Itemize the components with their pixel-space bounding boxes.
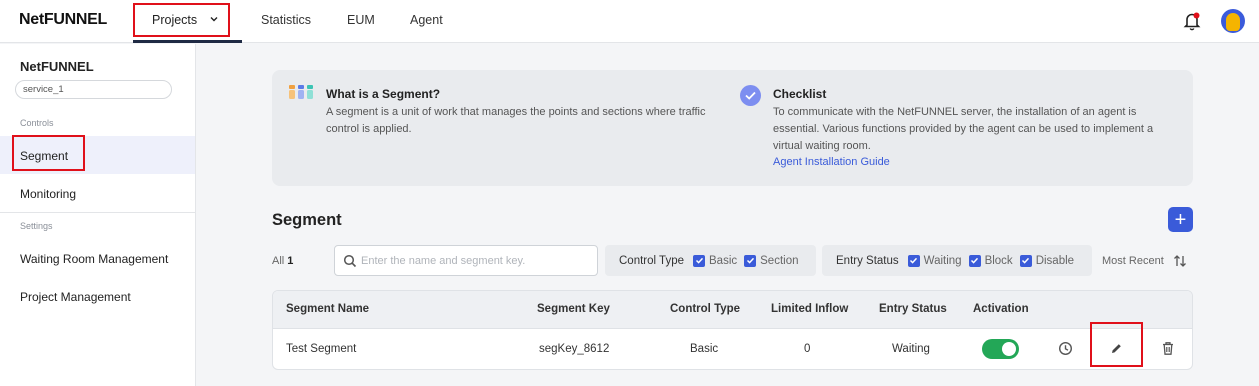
search-box[interactable] [334,245,598,276]
activation-toggle[interactable] [982,339,1019,359]
checklist-heading: Checklist [773,87,827,101]
entry-status-block-label: Block [984,254,1013,267]
nav-active-indicator [133,40,242,43]
row-limited-inflow: 0 [804,343,811,355]
control-type-basic-checkbox[interactable]: Basic [693,254,738,267]
search-icon [343,254,357,268]
col-entry-status: Entry Status [879,303,947,315]
segment-info-heading: What is a Segment? [326,87,441,101]
nav-projects-dropdown[interactable]: Projects [133,3,230,37]
row-control-type: Basic [690,343,719,355]
entry-status-disable-label: Disable [1035,254,1075,267]
checkbox-checked-icon [907,254,920,267]
segment-highlight-box [12,135,85,171]
sidebar-item-project-management[interactable]: Project Management [20,290,131,304]
entry-status-disable-checkbox[interactable]: Disable [1019,254,1075,267]
col-control-type: Control Type [670,303,741,315]
checkbox-checked-icon [968,254,981,267]
search-input[interactable] [361,252,589,270]
service-select[interactable]: service_1 [15,80,172,99]
entry-status-label: Entry Status [836,254,899,267]
control-type-basic-label: Basic [709,254,738,267]
page-title: Segment [272,211,342,229]
user-avatar[interactable] [1221,9,1245,33]
sidebar-item-monitoring[interactable]: Monitoring [20,187,76,201]
all-count-value: 1 [287,255,294,267]
segment-bars-icon [289,85,313,99]
segment-info-text-2: control is applied. [326,123,412,135]
checkbox-checked-icon [744,254,757,267]
add-segment-button[interactable]: + [1168,207,1193,232]
all-count-label: All [272,255,285,267]
sidebar-title: NetFUNNEL [20,59,94,74]
col-activation: Activation [973,303,1029,315]
control-type-filter: Control Type Basic Section [605,245,816,276]
agent-installation-guide-link[interactable]: Agent Installation Guide [773,156,890,168]
app-logo[interactable]: NetFUNNEL [19,11,107,29]
nav-projects-label: Projects [152,13,198,27]
sidebar-divider [0,212,196,213]
control-type-label: Control Type [619,254,684,267]
row-entry-status: Waiting [892,343,930,355]
checkmark-icon [740,85,761,106]
history-clock-icon[interactable] [1058,341,1073,356]
all-count: All 1 [272,255,293,267]
control-type-section-checkbox[interactable]: Section [744,254,799,267]
nav-eum[interactable]: EUM [347,13,375,27]
nav-agent[interactable]: Agent [410,13,443,27]
sidebar: NetFUNNEL service_1 Controls Segment Mon… [0,44,196,386]
chevron-down-icon [210,17,218,22]
edit-highlight-box [1090,322,1143,367]
col-limited-inflow: Limited Inflow [771,303,849,315]
checklist-text-1: To communicate with the NetFUNNEL server… [773,106,1137,118]
checklist-text-3: virtual waiting room. [773,140,871,152]
entry-status-block-checkbox[interactable]: Block [968,254,1013,267]
nav-statistics[interactable]: Statistics [261,13,311,27]
sidebar-item-waiting-room[interactable]: Waiting Room Management [20,252,168,266]
entry-status-waiting-checkbox[interactable]: Waiting [907,254,962,267]
col-segment-key: Segment Key [537,303,610,315]
top-nav: NetFUNNEL Projects Statistics EUM Agent [0,0,1259,43]
sidebar-section-settings: Settings [20,221,53,231]
col-segment-name: Segment Name [286,303,370,315]
checkbox-checked-icon [693,254,705,267]
sort-arrows-icon[interactable] [1173,254,1187,268]
segment-info-text-1: A segment is a unit of work that manages… [326,106,706,118]
checklist-text-2: essential. Various functions provided by… [773,123,1154,135]
bell-icon[interactable] [1183,11,1201,31]
entry-status-waiting-label: Waiting [923,254,962,267]
trash-icon[interactable] [1161,341,1175,356]
row-segment-name[interactable]: Test Segment [286,343,356,355]
segment-table: Segment Name Segment Key Control Type Li… [272,290,1193,370]
control-type-section-label: Section [760,254,799,267]
entry-status-filter: Entry Status Waiting Block Disable [822,245,1092,276]
sidebar-section-controls: Controls [20,118,54,128]
sort-dropdown[interactable]: Most Recent [1102,255,1164,267]
checkbox-checked-icon [1019,254,1032,267]
row-segment-key: segKey_8612 [539,343,610,355]
